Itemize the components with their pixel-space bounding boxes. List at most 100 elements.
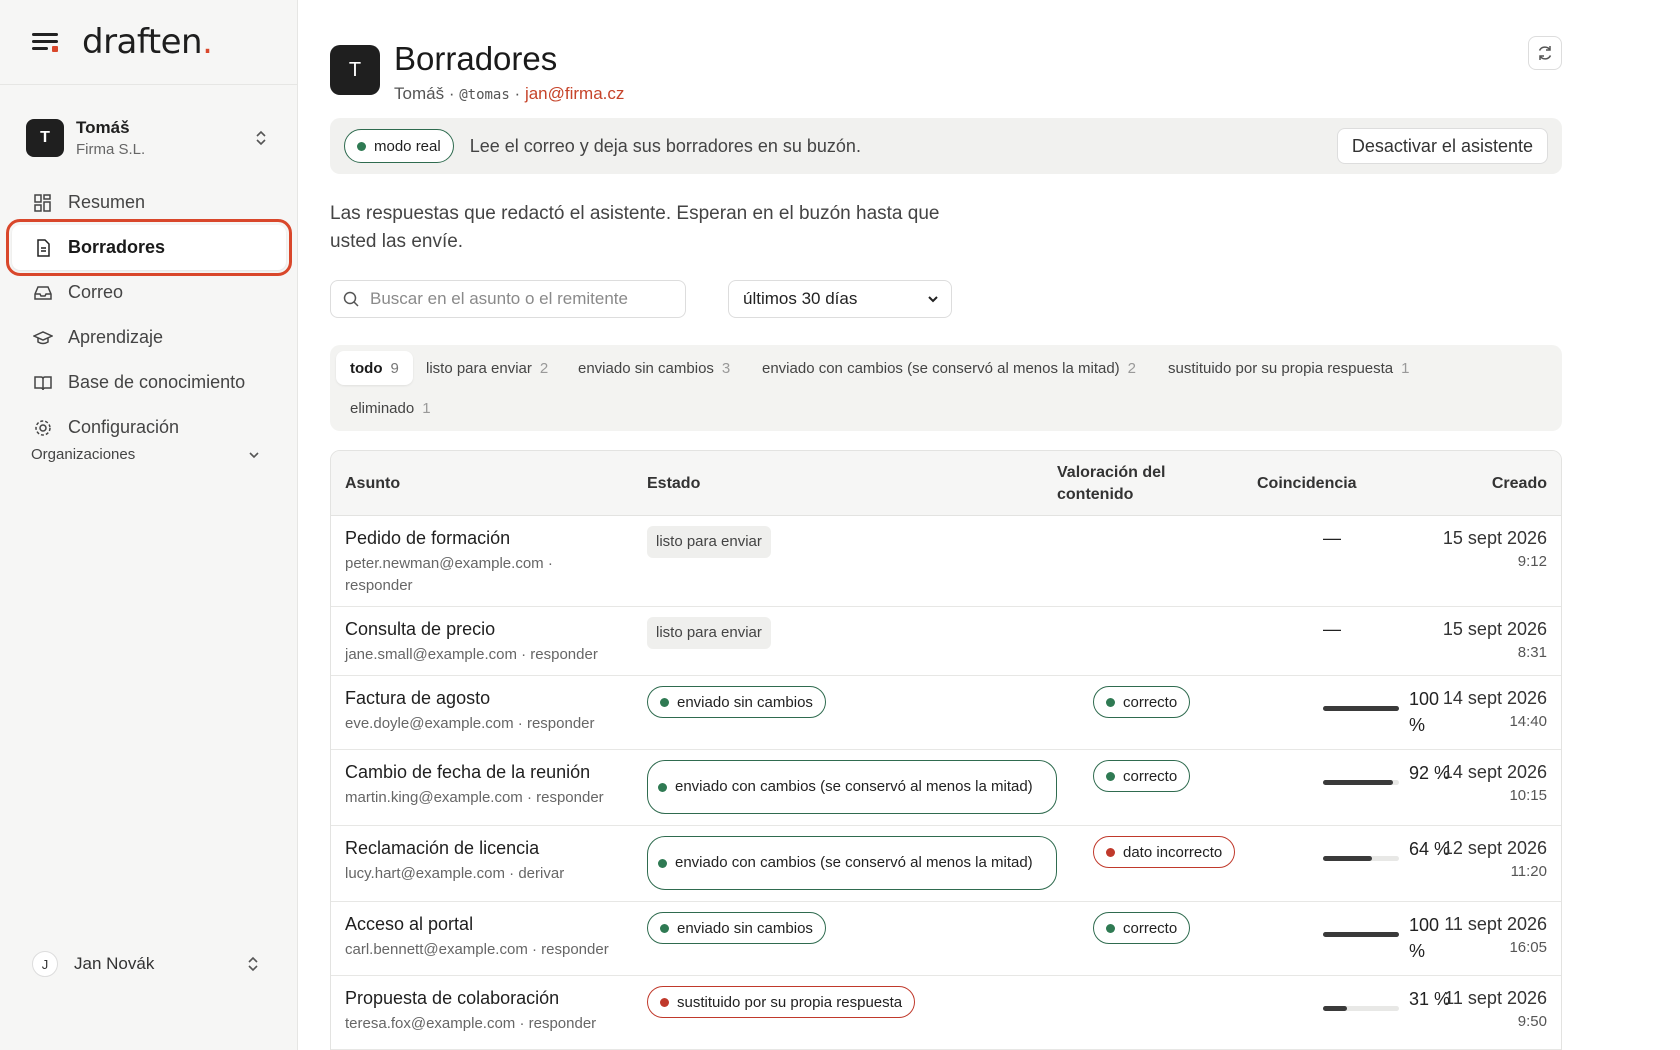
row-meta: jane.small@example.com · responder bbox=[345, 646, 598, 663]
section-label: Organizaciones bbox=[31, 446, 136, 463]
brand-bar: draften. bbox=[0, 0, 297, 85]
org-avatar: T bbox=[26, 119, 64, 157]
search-field[interactable] bbox=[330, 280, 686, 318]
row-date: 15 sept 2026 bbox=[1442, 619, 1547, 639]
status-badge: listo para enviar bbox=[647, 617, 771, 649]
row-meta: martin.king@example.com · responder bbox=[345, 789, 604, 806]
grid-icon bbox=[32, 192, 54, 214]
status-badge: enviado sin cambios bbox=[647, 686, 826, 718]
nav-item-aprendizaje[interactable]: Aprendizaje bbox=[12, 315, 286, 360]
user-menu[interactable]: J Jan Novák bbox=[32, 948, 260, 980]
column-created[interactable]: Creado bbox=[1492, 451, 1547, 516]
menu-icon[interactable] bbox=[32, 31, 60, 53]
user-email-link[interactable]: jan@firma.cz bbox=[525, 84, 624, 103]
filter-tab-enviado-con-cambios[interactable]: enviado con cambios (se conservó al meno… bbox=[748, 351, 1150, 385]
filter-tab-enviado-sin-cambios[interactable]: enviado sin cambios 3 bbox=[564, 351, 744, 385]
nav-label: Base de conocimiento bbox=[68, 372, 246, 392]
nav-item-borradores[interactable]: Borradores bbox=[6, 219, 292, 276]
sidebar: draften. T Tomáš Firma S.L. Resumen Borr… bbox=[0, 0, 298, 1050]
page-title: Borradores bbox=[394, 40, 558, 77]
filter-tab-listo[interactable]: listo para enviar 2 bbox=[412, 351, 562, 385]
document-icon bbox=[32, 237, 54, 259]
row-subject: Consulta de precio bbox=[345, 619, 496, 639]
table-row[interactable]: Cambio de fecha de la reunión martin.king… bbox=[331, 750, 1561, 826]
row-time: 16:05 bbox=[1509, 939, 1547, 956]
nav-label: Borradores bbox=[68, 237, 166, 257]
user-handle: @tomas bbox=[459, 87, 510, 103]
row-time: 9:12 bbox=[1517, 553, 1547, 570]
row-meta: peter.newman@example.com · responder bbox=[345, 555, 553, 594]
match-empty: — bbox=[1323, 528, 1341, 548]
assistant-mode-banner: modo real Lee el correo y deja sus borra… bbox=[330, 118, 1562, 174]
organizations-section[interactable]: Organizaciones bbox=[31, 446, 261, 463]
rating-badge: dato incorrecto bbox=[1093, 836, 1236, 868]
status-badge: sustituido por su propia respuesta bbox=[647, 986, 916, 1018]
user-name: Tomáš bbox=[394, 84, 445, 103]
status-badge: enviado con cambios (se conservó al meno… bbox=[647, 760, 1057, 814]
match-bar bbox=[1323, 932, 1399, 937]
table-row[interactable]: Acceso al portal carl.bennett@example.com… bbox=[331, 902, 1561, 976]
period-select[interactable]: últimos 30 días bbox=[728, 280, 952, 318]
table-row[interactable]: Consulta de precio jane.small@example.com… bbox=[331, 607, 1561, 676]
row-time: 11:20 bbox=[1510, 863, 1547, 880]
column-status[interactable]: Estado bbox=[647, 451, 700, 516]
row-subject: Reclamación de licencia bbox=[345, 838, 540, 858]
banner-text: Lee el correo y deja sus borradores en s… bbox=[469, 135, 861, 156]
drafts-table: Asunto Estado Valoración del contenido Co… bbox=[330, 450, 1562, 1050]
nav-item-correo[interactable]: Correo bbox=[12, 270, 286, 315]
page-description: Las respuestas que redactó el asistente.… bbox=[330, 203, 940, 252]
row-date: 12 sept 2026 bbox=[1442, 838, 1547, 858]
filter-tab-todo[interactable]: todo 9 bbox=[336, 351, 413, 385]
rating-badge: correcto bbox=[1093, 686, 1191, 718]
row-meta: teresa.fox@example.com · responder bbox=[345, 1015, 597, 1032]
table-header: Asunto Estado Valoración del contenido Co… bbox=[331, 451, 1561, 516]
row-date: 15 sept 2026 bbox=[1442, 528, 1547, 548]
table-row[interactable]: Pedido de formación peter.newman@example.… bbox=[331, 516, 1561, 607]
chevron-updown-icon bbox=[248, 956, 258, 972]
gear-icon bbox=[32, 417, 54, 439]
logo[interactable]: draften. bbox=[82, 22, 213, 62]
org-switcher[interactable]: T Tomáš Firma S.L. bbox=[26, 114, 276, 162]
column-subject[interactable]: Asunto bbox=[345, 451, 400, 516]
deactivate-assistant-button[interactable]: Desactivar el asistente bbox=[1336, 128, 1548, 164]
search-icon bbox=[343, 291, 359, 307]
row-time: 8:31 bbox=[1517, 644, 1547, 661]
status-badge: enviado con cambios (se conservó al meno… bbox=[647, 836, 1057, 890]
row-meta: lucy.hart@example.com · derivar bbox=[345, 865, 565, 882]
refresh-icon bbox=[1538, 46, 1552, 60]
avatar: T bbox=[330, 45, 380, 95]
filter-tab-sustituido[interactable]: sustituido por su propia respuesta 1 bbox=[1154, 351, 1423, 385]
filter-tab-eliminado[interactable]: eliminado 1 bbox=[336, 391, 445, 425]
avatar: J bbox=[32, 951, 58, 977]
search-input[interactable] bbox=[370, 289, 670, 309]
chevron-down-icon bbox=[249, 451, 259, 458]
nav-label: Configuración bbox=[68, 417, 180, 437]
rating-badge: correcto bbox=[1093, 760, 1191, 792]
rating-badge: correcto bbox=[1093, 912, 1191, 944]
org-company: Firma S.L. bbox=[76, 141, 146, 158]
book-icon bbox=[32, 372, 54, 394]
nav-item-configuracion[interactable]: Configuración bbox=[12, 405, 286, 450]
match-bar bbox=[1323, 706, 1399, 711]
status-filter-tabs: todo 9 listo para enviar 2 enviado sin cam… bbox=[330, 345, 1562, 431]
period-value: últimos 30 días bbox=[743, 289, 858, 308]
nav-item-base-conocimiento[interactable]: Base de conocimiento bbox=[12, 360, 286, 405]
table-row[interactable]: Reclamación de licencia lucy.hart@example… bbox=[331, 826, 1561, 902]
table-row[interactable]: Factura de agosto eve.doyle@example.com ·… bbox=[331, 676, 1561, 750]
row-date: 14 sept 2026 bbox=[1442, 762, 1547, 782]
row-meta: carl.bennett@example.com · responder bbox=[345, 941, 609, 958]
row-subject: Factura de agosto bbox=[345, 688, 491, 708]
status-dot-icon bbox=[357, 141, 366, 151]
nav-item-resumen[interactable]: Resumen bbox=[12, 180, 286, 225]
column-match[interactable]: Coincidencia bbox=[1257, 451, 1357, 516]
user-name: Jan Novák bbox=[74, 954, 155, 973]
refresh-button[interactable] bbox=[1528, 36, 1562, 70]
nav-label: Aprendizaje bbox=[68, 327, 164, 347]
chevron-updown-icon bbox=[256, 130, 266, 146]
match-bar bbox=[1323, 780, 1399, 785]
column-rating[interactable]: Valoración del contenido bbox=[1057, 451, 1165, 516]
row-date: 11 sept 2026 bbox=[1444, 988, 1547, 1008]
row-subject: Propuesta de colaboración bbox=[345, 988, 560, 1008]
graduation-cap-icon bbox=[32, 327, 54, 349]
table-row[interactable]: Propuesta de colaboración teresa.fox@exam… bbox=[331, 976, 1561, 1050]
